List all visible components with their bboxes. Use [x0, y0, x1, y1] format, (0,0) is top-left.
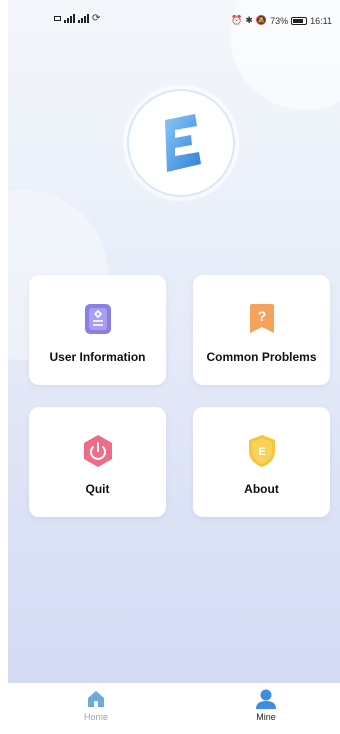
common-problems-label: Common Problems — [206, 350, 317, 364]
svg-text:?: ? — [257, 308, 266, 324]
alarm-icon: ⏰ — [231, 15, 243, 25]
power-icon — [81, 433, 115, 469]
user-info-icon — [81, 301, 115, 337]
sim-icon — [54, 16, 61, 21]
mine-screen: ⟳ ⏰ ✱ 🔕 73% 16:11 User Information ? Com… — [8, 0, 340, 683]
nav-item-mine[interactable]: Mine — [236, 689, 296, 722]
quit-card[interactable]: Quit — [29, 407, 166, 517]
status-right: ⏰ ✱ 🔕 73% 16:11 — [231, 15, 332, 26]
home-icon — [88, 691, 104, 707]
nav-label-home: Home — [83, 712, 108, 722]
nav-item-home[interactable]: Home — [66, 689, 126, 722]
mute-icon: 🔕 — [255, 15, 268, 25]
bluetooth-icon: ✱ — [245, 15, 253, 25]
status-left: ⟳ — [54, 13, 100, 24]
about-card[interactable]: E About — [193, 407, 330, 517]
clock: 16:11 — [310, 15, 332, 26]
signal-icon — [78, 14, 89, 23]
sync-icon: ⟳ — [92, 13, 101, 24]
common-problems-card[interactable]: ? Common Problems — [193, 275, 330, 385]
app-logo — [123, 85, 239, 201]
user-information-card[interactable]: User Information — [29, 275, 166, 385]
about-label: About — [244, 482, 279, 496]
person-icon — [256, 689, 276, 709]
shield-e-icon: E — [245, 433, 279, 469]
status-bar: ⟳ ⏰ ✱ 🔕 73% 16:11 — [8, 0, 340, 38]
user-information-label: User Information — [49, 350, 146, 364]
question-icon: ? — [245, 301, 279, 337]
app-logo-circle — [129, 91, 233, 195]
svg-text:E: E — [258, 446, 265, 458]
signal-icon — [64, 14, 75, 23]
nav-label-mine: Mine — [256, 712, 276, 722]
quit-label: Quit — [85, 482, 110, 496]
battery-percent: 73% — [270, 15, 289, 26]
battery-icon — [291, 16, 308, 25]
app-logo-e-icon — [165, 114, 201, 172]
bottom-nav: Home Mine — [8, 683, 340, 734]
